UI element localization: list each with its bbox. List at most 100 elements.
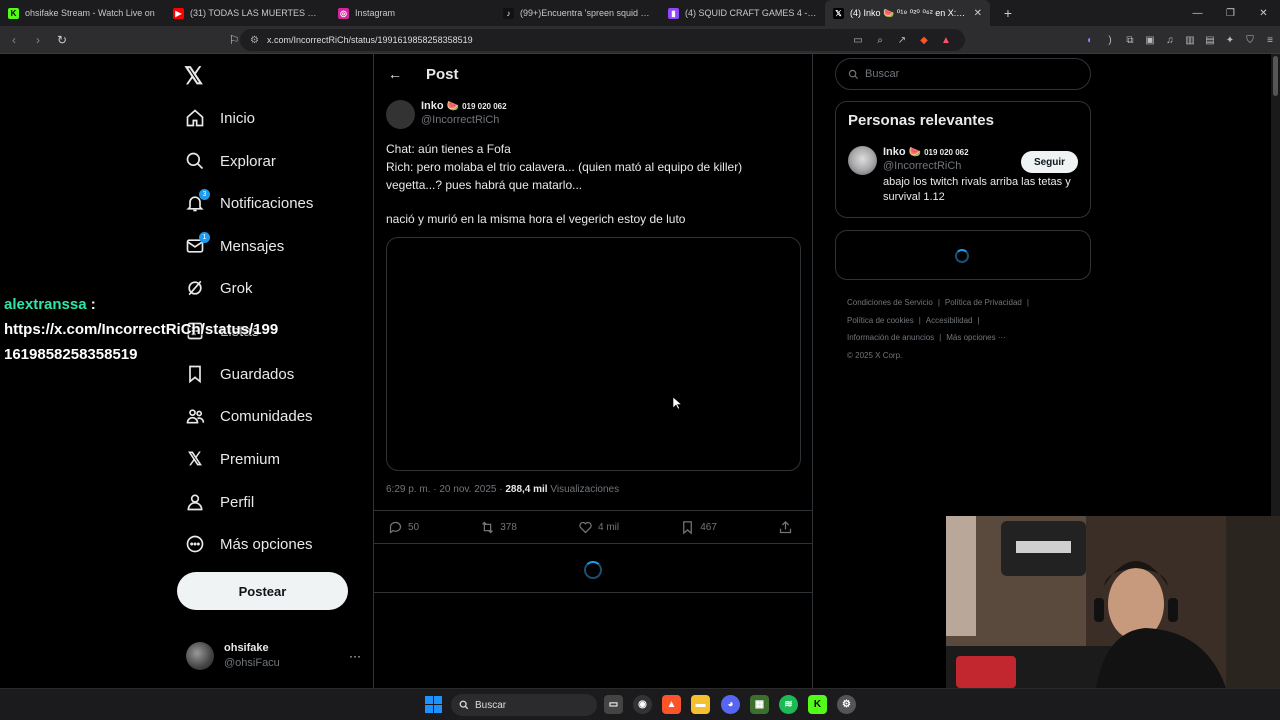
loading-panel <box>835 230 1091 280</box>
x-logo-icon[interactable]: 𝕏 <box>184 62 214 92</box>
author-handle[interactable]: @IncorrectRiCh <box>421 114 507 126</box>
bookmark-icon <box>683 520 693 534</box>
home-icon <box>184 107 206 129</box>
brave-shield-icon[interactable]: ◆ <box>913 31 935 49</box>
nav-notifications[interactable]: 3 Notificaciones <box>184 185 313 221</box>
zoom-icon[interactable]: ⌕ <box>869 31 891 49</box>
vpn-icon[interactable]: ◐ <box>1080 30 1100 50</box>
wallet-icon[interactable]: ▤ <box>1200 30 1220 50</box>
more-icon[interactable]: ··· <box>349 649 361 663</box>
nav-premium[interactable]: 𝕏 Premium <box>184 441 280 477</box>
post-header: ← Post <box>374 54 812 94</box>
account-handle: @ohsiFacu <box>224 657 280 669</box>
webcam-overlay <box>946 516 1280 688</box>
main-column: ← Post Inko 🍉 019 020 062 @IncorrectRiCh… <box>373 54 813 688</box>
loading-spinner <box>955 249 969 263</box>
discord-icon[interactable]: ◕ <box>721 695 740 714</box>
scrollbar-thumb[interactable] <box>1273 56 1278 96</box>
nav-explore[interactable]: Explorar <box>184 143 276 179</box>
messages-badge: 1 <box>199 232 210 243</box>
menu-icon[interactable]: ≡ <box>1260 30 1280 50</box>
reload-icon[interactable]: ↻ <box>52 30 72 50</box>
media-icon[interactable]: ▣ <box>1140 30 1160 50</box>
instagram-icon: ◎ <box>338 7 349 19</box>
settings-icon[interactable]: ⚙ <box>837 695 856 714</box>
accessibility-link[interactable]: Accesibilidad <box>926 316 973 325</box>
brave-rewards-icon[interactable]: ▲ <box>935 31 957 49</box>
forward-icon[interactable]: › <box>28 30 48 50</box>
extensions-icon[interactable]: ⧉ <box>1120 30 1140 50</box>
close-window-icon[interactable]: ✕ <box>1247 0 1280 26</box>
share-icon[interactable]: ↗ <box>891 31 913 49</box>
brave-icon[interactable]: ▲ <box>662 695 681 714</box>
privacy-link[interactable]: Política de Privacidad <box>945 298 1022 307</box>
windows-start-icon[interactable] <box>425 696 442 713</box>
back-icon[interactable]: ‹ <box>4 30 24 50</box>
account-switcher[interactable]: ohsifake @ohsiFacu ··· <box>186 640 361 672</box>
brave-vpn-icon[interactable]: ⛉ <box>1240 30 1260 50</box>
restore-icon[interactable]: ❐ <box>1214 0 1247 26</box>
site-settings-icon[interactable]: ⚙ <box>250 35 259 46</box>
audio-icon[interactable]: ) <box>1100 30 1120 50</box>
author-name-row[interactable]: Inko 🍉 019 020 062 <box>421 100 507 112</box>
mail-icon: 1 <box>184 232 210 257</box>
ads-info-link[interactable]: Información de anuncios <box>847 333 934 342</box>
nav-messages[interactable]: 1 Mensajes <box>184 228 284 264</box>
file-explorer-icon[interactable]: ▬ <box>691 695 710 714</box>
back-arrow-icon[interactable]: ← <box>388 66 408 82</box>
youtube-icon: ▶ <box>173 7 184 19</box>
share-icon <box>779 520 792 533</box>
post-button[interactable]: Postear <box>177 572 348 610</box>
webcam-image <box>946 516 1280 688</box>
chat-username: alextranssa <box>4 296 87 313</box>
kick-icon[interactable]: K <box>808 695 827 714</box>
spotify-icon[interactable]: ≋ <box>779 695 798 714</box>
tab-instagram[interactable]: ◎ Instagram <box>330 0 495 26</box>
cast-icon[interactable]: ▭ <box>847 31 869 49</box>
browser-tab-bar: Kohsifake Stream - Watch Live on ▶ (31) T… <box>0 0 1280 26</box>
nav-home[interactable]: Inicio <box>184 100 255 136</box>
author-avatar[interactable] <box>386 100 415 129</box>
post-text: Chat: aún tienes a Fofa Rich: pero molab… <box>386 142 743 226</box>
bookmark-button[interactable]: 467 <box>680 520 717 535</box>
reply-button[interactable]: 50 <box>388 520 419 535</box>
like-button[interactable]: 4 mil <box>578 520 619 535</box>
nav-profile[interactable]: Perfil <box>184 484 254 520</box>
music-icon[interactable]: ♫ <box>1160 30 1180 50</box>
tab-youtube[interactable]: ▶(31) TODAS LAS MUERTES DEL DIA 2 <box>165 0 330 26</box>
tab-twitch[interactable]: ▮(4) SQUID CRAFT GAMES 4 - ALERTA <box>660 0 825 26</box>
loading-spinner <box>584 561 602 579</box>
tab-tiktok[interactable]: ♪ (99+)Encuentra 'spreen squid game' <box>495 0 660 26</box>
taskbar-search[interactable]: Buscar <box>451 694 597 716</box>
search-icon <box>459 700 469 710</box>
nav-more-options[interactable]: Más opciones <box>184 526 313 562</box>
view-count: 288,4 mil <box>505 484 548 495</box>
nav-communities[interactable]: Comunidades <box>184 398 313 434</box>
minimize-icon[interactable]: — <box>1181 0 1214 26</box>
tab-x-post[interactable]: 𝕏(4) Inko 🍉 ⁰¹⁹ ⁰²⁰ ⁰⁶² en X: "Chat✕ <box>825 0 990 26</box>
obs-icon[interactable]: ◉ <box>633 695 652 714</box>
avatar <box>186 642 214 670</box>
repost-button[interactable]: 378 <box>480 520 517 535</box>
share-button[interactable] <box>778 520 798 535</box>
new-tab-button[interactable]: + <box>998 3 1018 23</box>
sidebar-icon[interactable]: ▥ <box>1180 30 1200 50</box>
close-tab-icon[interactable]: ✕ <box>968 8 982 19</box>
post-media[interactable] <box>386 237 801 471</box>
cookies-link[interactable]: Política de cookies <box>847 316 914 325</box>
follow-button[interactable]: Seguir <box>1021 151 1078 173</box>
search-input[interactable]: Buscar <box>835 58 1091 90</box>
post-author: Inko 🍉 019 020 062 @IncorrectRiCh <box>386 100 507 129</box>
post-meta: 6:29 p. m. · 20 nov. 2025 · 288,4 mil Vi… <box>386 484 620 495</box>
tab-kick[interactable]: Kohsifake Stream - Watch Live on <box>0 0 165 26</box>
watermelon-icon: 🍉 <box>908 146 922 158</box>
ai-icon[interactable]: ✦ <box>1220 30 1240 50</box>
url-field[interactable]: ⚙ x.com/IncorrectRiCh/status/19916198582… <box>240 29 965 51</box>
heart-icon <box>579 521 592 533</box>
minecraft-launcher-icon[interactable]: ▦ <box>750 695 769 714</box>
notifications-badge: 3 <box>199 189 210 200</box>
url-actions: ▭ ⌕ ↗ ◆ ▲ <box>847 31 957 49</box>
task-view-icon[interactable]: ▭ <box>604 695 623 714</box>
terms-link[interactable]: Condiciones de Servicio <box>847 298 933 307</box>
more-options-link[interactable]: Más opciones ··· <box>946 333 1006 342</box>
